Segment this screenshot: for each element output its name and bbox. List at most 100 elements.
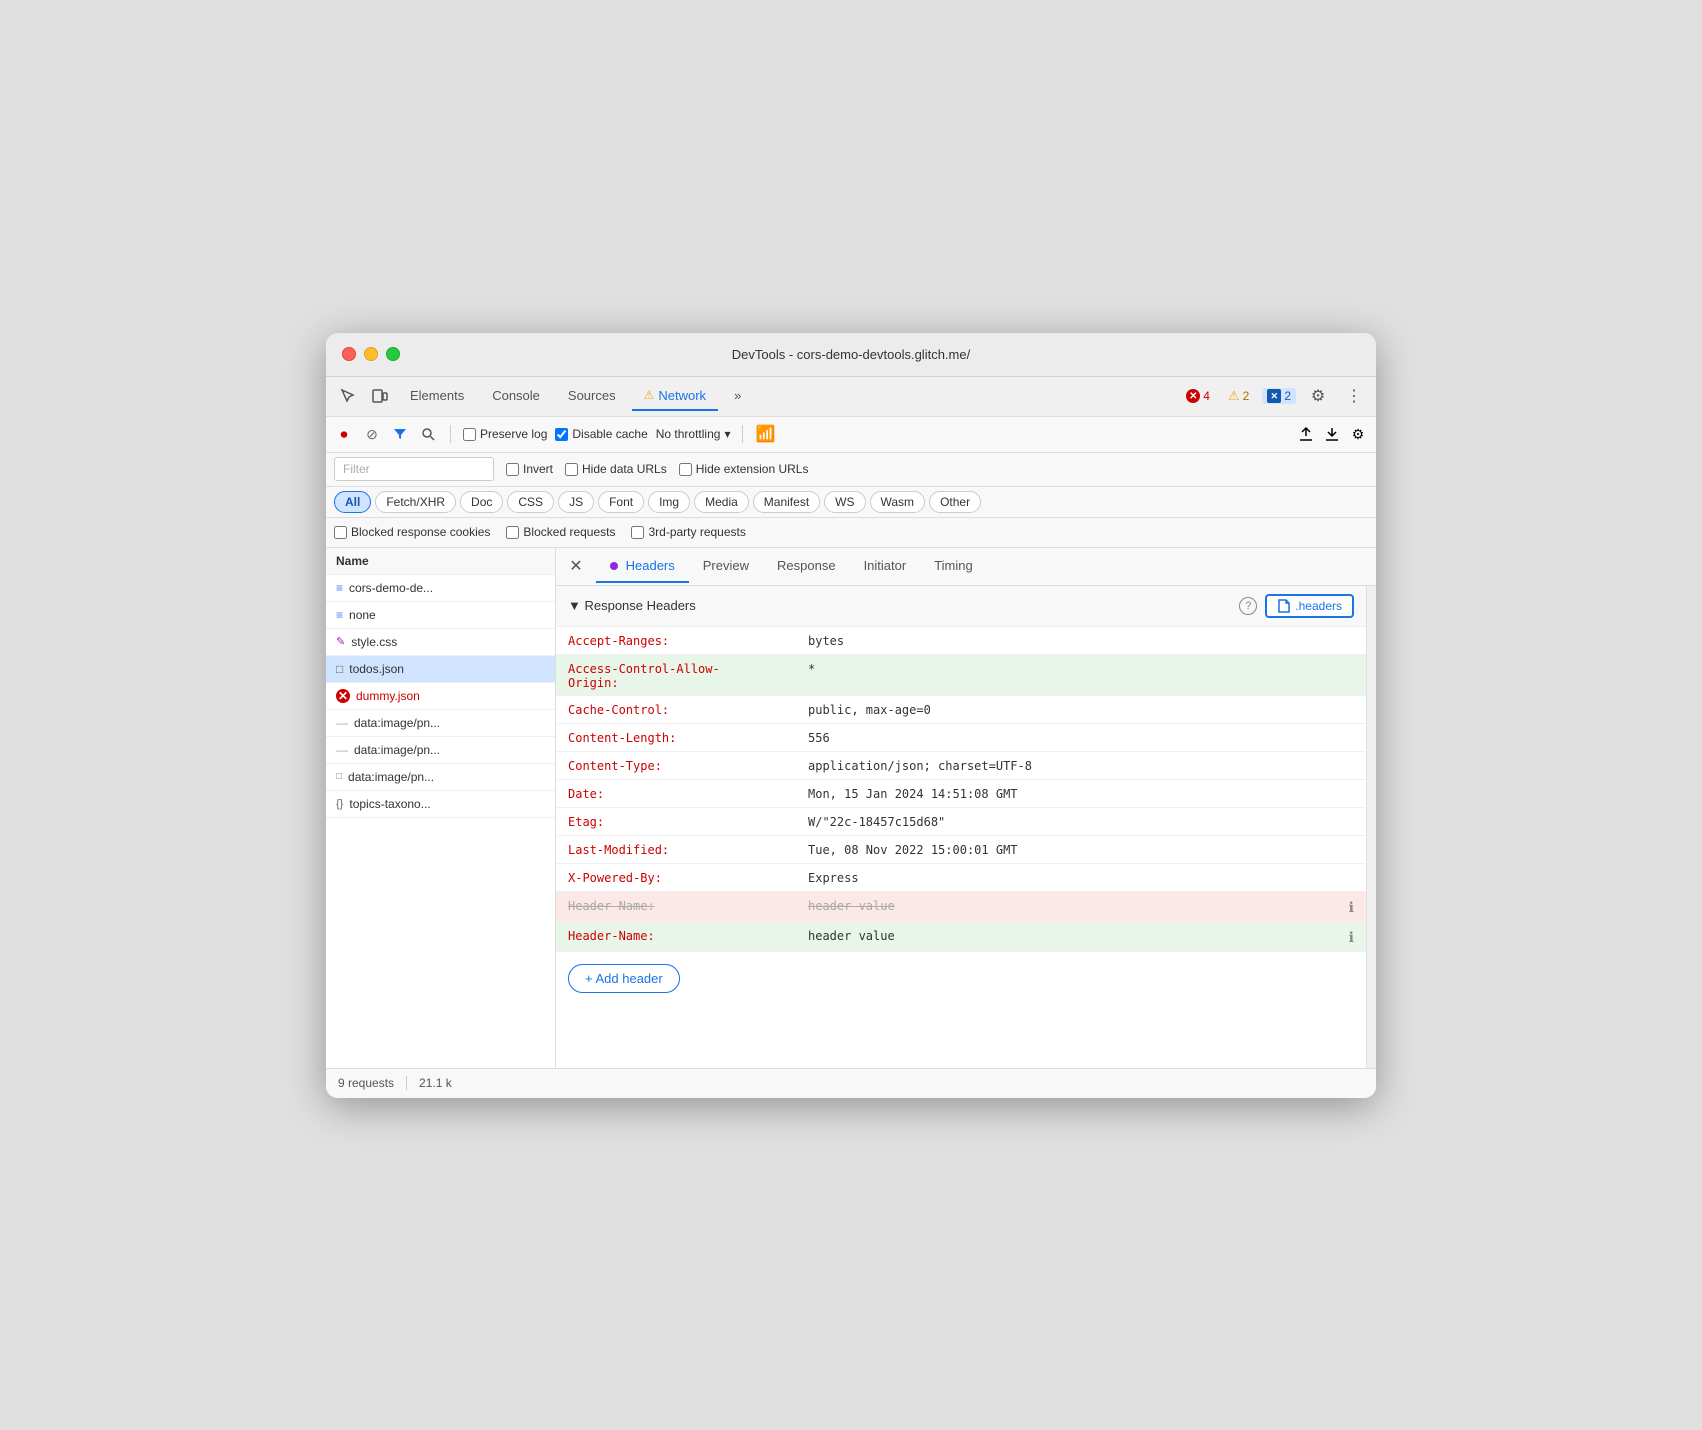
invert-checkbox[interactable]: Invert xyxy=(506,462,553,476)
resource-btn-font[interactable]: Font xyxy=(598,491,644,513)
upload-download-area: ⚙ xyxy=(1296,424,1368,444)
list-item[interactable]: {} topics-taxono... xyxy=(326,791,555,818)
info-icon[interactable]: ℹ xyxy=(1349,897,1354,916)
help-icon[interactable]: ? xyxy=(1239,597,1257,615)
close-button[interactable] xyxy=(342,347,356,361)
table-row: Content-Type: application/json; charset=… xyxy=(556,752,1366,780)
warning-triangle-icon: ⚠ xyxy=(1228,388,1240,404)
file-name: data:image/pn... xyxy=(348,770,434,784)
resource-btn-img[interactable]: Img xyxy=(648,491,690,513)
resource-btn-media[interactable]: Media xyxy=(694,491,749,513)
wifi-icon[interactable]: 📶 xyxy=(755,424,775,444)
header-value: application/json; charset=UTF-8 xyxy=(808,757,1354,773)
disable-cache-checkbox[interactable]: Disable cache xyxy=(555,427,647,441)
clear-button[interactable]: ⊘ xyxy=(362,424,382,444)
list-item[interactable]: □ data:image/pn... xyxy=(326,764,555,791)
tab-elements[interactable]: Elements xyxy=(398,382,476,411)
scrollbar[interactable] xyxy=(1366,586,1376,1068)
filter-icon-btn[interactable] xyxy=(390,424,410,444)
header-key: X-Powered-By: xyxy=(568,869,808,885)
search-icon-btn[interactable] xyxy=(418,424,438,444)
resource-btn-manifest[interactable]: Manifest xyxy=(753,491,820,513)
image2-icon: □ xyxy=(336,771,342,782)
minimize-button[interactable] xyxy=(364,347,378,361)
list-item[interactable]: — data:image/pn... xyxy=(326,737,555,764)
hide-extension-urls-input[interactable] xyxy=(679,463,692,476)
file-name: data:image/pn... xyxy=(354,716,440,730)
header-value: * xyxy=(808,660,1354,676)
maximize-button[interactable] xyxy=(386,347,400,361)
headers-file-button[interactable]: .headers xyxy=(1265,594,1354,618)
resource-btn-all[interactable]: All xyxy=(334,491,371,513)
header-key: Access-Control-Allow- Origin: xyxy=(568,660,808,690)
tab-preview[interactable]: Preview xyxy=(689,550,763,583)
device-mode-icon[interactable] xyxy=(366,382,394,410)
file-list: Name ≡ cors-demo-de... ≡ none ✎ style.cs… xyxy=(326,548,556,1068)
header-value: header value xyxy=(808,897,1349,913)
hide-extension-urls-checkbox[interactable]: Hide extension URLs xyxy=(679,462,809,476)
tab-network[interactable]: ⚠ Network xyxy=(632,382,718,411)
blocked-cookies-input[interactable] xyxy=(334,526,347,539)
hide-data-urls-checkbox[interactable]: Hide data URLs xyxy=(565,462,667,476)
network-settings-icon[interactable]: ⚙ xyxy=(1348,424,1368,444)
resource-btn-other[interactable]: Other xyxy=(929,491,981,513)
add-header-button[interactable]: + Add header xyxy=(568,964,680,993)
resource-btn-doc[interactable]: Doc xyxy=(460,491,503,513)
preserve-log-input[interactable] xyxy=(463,428,476,441)
blocked-cookies-checkbox[interactable]: Blocked response cookies xyxy=(334,525,490,539)
main-content: Name ≡ cors-demo-de... ≡ none ✎ style.cs… xyxy=(326,548,1376,1068)
record-button[interactable]: ⏺ xyxy=(334,424,354,444)
invert-input[interactable] xyxy=(506,463,519,476)
resource-btn-ws[interactable]: WS xyxy=(824,491,865,513)
list-item[interactable]: ✕ dummy.json xyxy=(326,683,555,710)
tab-timing[interactable]: Timing xyxy=(920,550,987,583)
tab-headers[interactable]: Headers xyxy=(596,550,689,583)
settings-icon[interactable]: ⚙ xyxy=(1304,382,1332,410)
header-key: Cache-Control: xyxy=(568,701,808,717)
list-item[interactable]: □ todos.json xyxy=(326,656,555,683)
blocked-requests-input[interactable] xyxy=(506,526,519,539)
table-row: Access-Control-Allow- Origin: * xyxy=(556,655,1366,696)
filter-bar: Invert Hide data URLs Hide extension URL… xyxy=(326,453,1376,487)
list-item[interactable]: ≡ cors-demo-de... xyxy=(326,575,555,602)
error-badge: ✕ 4 xyxy=(1181,388,1215,404)
list-item[interactable]: ✎ style.css xyxy=(326,629,555,656)
third-party-requests-checkbox[interactable]: 3rd-party requests xyxy=(631,525,745,539)
resource-btn-js[interactable]: JS xyxy=(558,491,594,513)
detail-close-button[interactable]: ✕ xyxy=(564,554,588,578)
tab-initiator[interactable]: Initiator xyxy=(850,550,921,583)
disable-cache-input[interactable] xyxy=(555,428,568,441)
tab-more[interactable]: » xyxy=(722,382,753,411)
third-party-requests-input[interactable] xyxy=(631,526,644,539)
pointer-tool-icon[interactable] xyxy=(334,382,362,410)
more-options-icon[interactable]: ⋮ xyxy=(1340,382,1368,410)
hide-data-urls-input[interactable] xyxy=(565,463,578,476)
blocked-requests-checkbox[interactable]: Blocked requests xyxy=(506,525,615,539)
table-row: Last-Modified: Tue, 08 Nov 2022 15:00:01… xyxy=(556,836,1366,864)
preserve-log-checkbox[interactable]: Preserve log xyxy=(463,427,547,441)
resource-btn-css[interactable]: CSS xyxy=(507,491,554,513)
tab-console[interactable]: Console xyxy=(480,382,552,411)
resource-btn-wasm[interactable]: Wasm xyxy=(870,491,926,513)
file-name: todos.json xyxy=(349,662,404,676)
table-row: Content-Length: 556 xyxy=(556,724,1366,752)
list-item[interactable]: — data:image/pn... xyxy=(326,710,555,737)
warning-badge: ⚠ 2 xyxy=(1223,387,1254,405)
download-icon[interactable] xyxy=(1322,424,1342,444)
upload-icon[interactable] xyxy=(1296,424,1316,444)
tab-response[interactable]: Response xyxy=(763,550,850,583)
info-icon[interactable]: ℹ xyxy=(1349,927,1354,946)
header-value: 556 xyxy=(808,729,1354,745)
blocked-bar: Blocked response cookies Blocked request… xyxy=(326,518,1376,548)
detail-tabs: ✕ Headers Preview Response Initiator Tim… xyxy=(556,548,1376,586)
table-row: Cache-Control: public, max-age=0 xyxy=(556,696,1366,724)
size-stat: 21.1 k xyxy=(419,1076,452,1090)
panel-with-scroll: ▼ Response Headers ? .headers xyxy=(556,586,1376,1068)
throttle-selector[interactable]: No throttling ▾ xyxy=(656,427,731,441)
list-item[interactable]: ≡ none xyxy=(326,602,555,629)
file-name: cors-demo-de... xyxy=(349,581,433,595)
filter-input[interactable] xyxy=(334,457,494,481)
section-actions: ? .headers xyxy=(1239,594,1354,618)
tab-sources[interactable]: Sources xyxy=(556,382,628,411)
resource-btn-fetch-xhr[interactable]: Fetch/XHR xyxy=(375,491,456,513)
